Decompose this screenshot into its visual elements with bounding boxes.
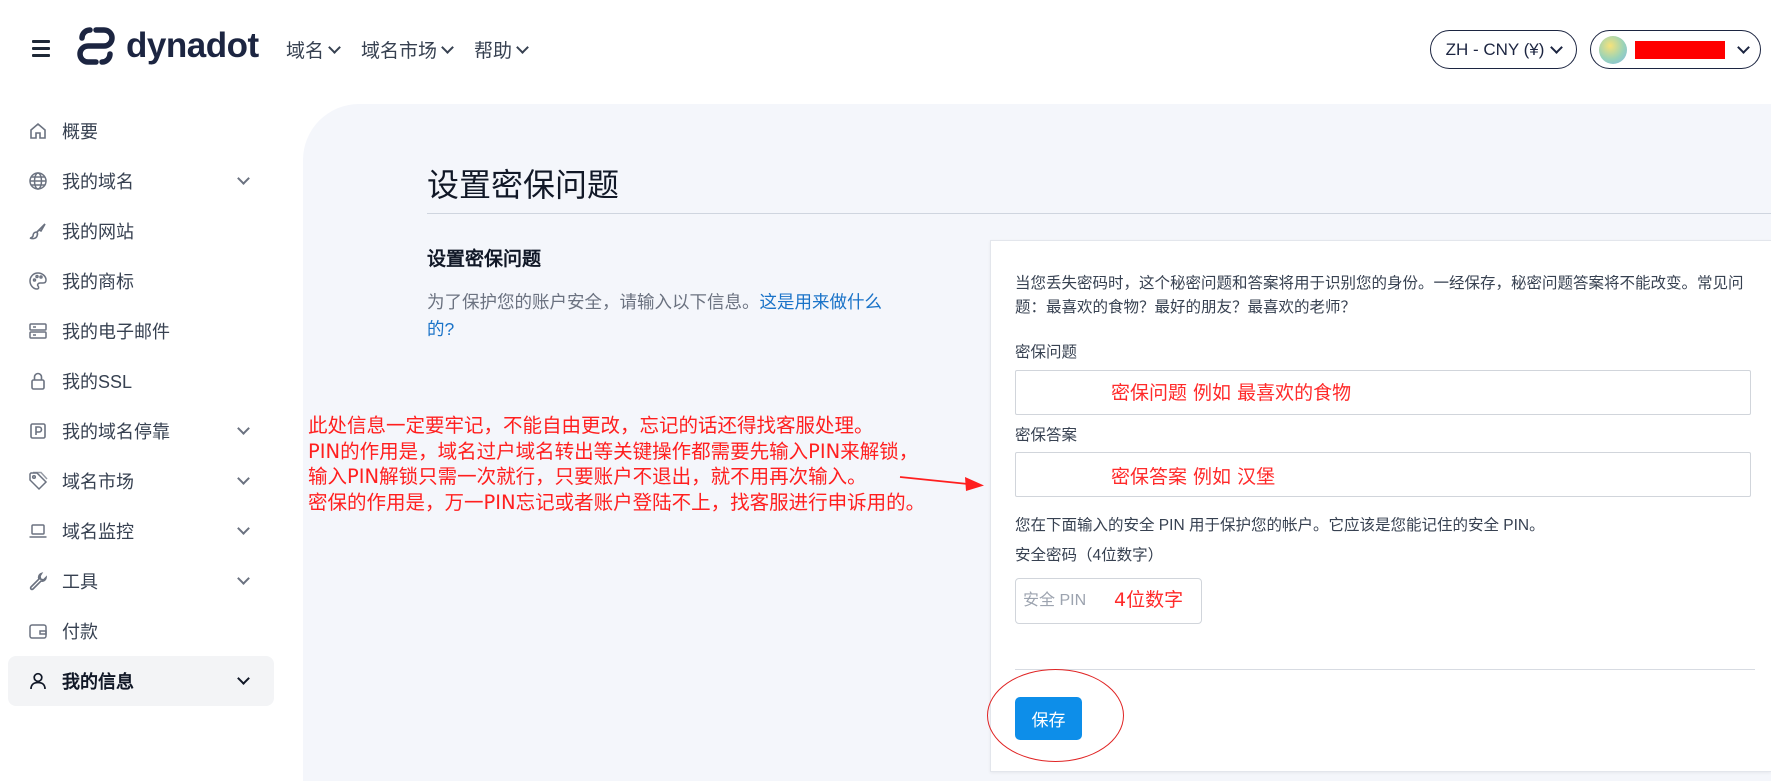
wrench-icon	[28, 571, 48, 591]
chevron-down-icon	[237, 672, 250, 685]
avatar	[1599, 35, 1627, 64]
chevron-down-icon	[237, 522, 250, 535]
top-nav: 域名 域名市场 帮助	[286, 36, 529, 63]
chevron-down-icon	[237, 572, 250, 585]
section-title: 设置密保问题	[427, 249, 542, 270]
nav-help[interactable]: 帮助	[474, 36, 529, 63]
home-icon	[28, 121, 48, 141]
sidebar-item-label: 我的商标	[62, 272, 134, 292]
server-icon	[28, 321, 48, 341]
title-divider	[427, 213, 1771, 214]
pin-label: 安全密码（4位数字）	[1015, 547, 1164, 564]
sidebar-item-overview[interactable]: 概要	[8, 106, 274, 156]
annotation-arrow-icon	[899, 476, 984, 491]
sidebar-item-my-websites[interactable]: 我的网站	[8, 206, 274, 256]
language-currency-button[interactable]: ZH - CNY (¥)	[1430, 30, 1577, 69]
parking-icon	[28, 421, 48, 441]
nav-domains-label: 域名	[286, 41, 325, 62]
chevron-down-icon	[237, 472, 250, 485]
sidebar-item-label: 我的SSL	[62, 372, 133, 392]
account-menu-button[interactable]	[1590, 30, 1761, 69]
nav-marketplace[interactable]: 域名市场	[361, 36, 454, 63]
tag-icon	[28, 471, 48, 491]
brush-icon	[28, 221, 48, 241]
save-highlight-circle	[987, 669, 1124, 762]
chevron-down-icon	[441, 40, 454, 54]
answer-hint-annotation: 密保答案 例如 汉堡	[1111, 466, 1276, 488]
sidebar-item-marketplace[interactable]: 域名市场	[8, 456, 274, 506]
chevron-down-icon	[237, 172, 250, 185]
sidebar-item-label: 我的域名	[62, 172, 134, 192]
sidebar-item-my-trademarks[interactable]: 我的商标	[8, 256, 274, 306]
sidebar-item-label: 域名监控	[62, 522, 134, 542]
card-info-text: 当您丢失密码时，这个秘密问题和答案将用于识别您的身份。一经保存，秘密问题答案将不…	[1015, 275, 1744, 316]
lock-icon	[28, 371, 48, 391]
section-description-text: 为了保护您的账户安全，请输入以下信息。	[427, 292, 760, 312]
nav-marketplace-label: 域名市场	[361, 41, 438, 62]
globe-icon	[28, 171, 48, 191]
sidebar: 概要 我的域名 我的网站 我的商标 我的电子邮件 我的SSL 我的域名停靠 域名…	[8, 106, 274, 706]
sidebar-item-my-domains[interactable]: 我的域名	[8, 156, 274, 206]
pin-info-text: 您在下面输入的安全 PIN 用于保护您的帐户。它应该是您能记住的安全 PIN。	[1015, 517, 1545, 534]
menu-icon[interactable]	[32, 40, 50, 57]
card-divider	[1015, 669, 1755, 670]
sidebar-item-my-parking[interactable]: 我的域名停靠	[8, 406, 274, 456]
annotation-line: 输入PIN解锁只需一次就行，只要账户不退出，就不用再次输入。	[308, 465, 867, 488]
annotation-line: 密保的作用是，万一PIN忘记或者账户登陆不上，找客服进行申诉用的。	[308, 490, 926, 514]
sidebar-item-label: 我的网站	[62, 222, 134, 242]
pin-hint-annotation: 4位数字	[1114, 589, 1184, 611]
section-description: 为了保护您的账户安全，请输入以下信息。这是用来做什么的?	[427, 289, 897, 343]
sidebar-item-my-email[interactable]: 我的电子邮件	[8, 306, 274, 356]
user-icon	[28, 671, 48, 691]
logo[interactable]: dynadot	[74, 24, 259, 68]
chevron-down-icon	[237, 422, 250, 435]
sidebar-item-my-info[interactable]: 我的信息	[8, 656, 274, 706]
sidebar-item-domain-monitor[interactable]: 域名监控	[8, 506, 274, 556]
sidebar-item-label: 域名市场	[62, 472, 134, 492]
sidebar-item-my-ssl[interactable]: 我的SSL	[8, 356, 274, 406]
sidebar-item-label: 我的信息	[62, 672, 134, 692]
language-label: ZH - CNY (¥)	[1445, 39, 1545, 59]
laptop-icon	[28, 521, 48, 541]
palette-icon	[28, 271, 48, 291]
annotation-note: 此处信息一定要牢记，不能自由更改，忘记的话还得找客服处理。 PIN的作用是，域名…	[308, 413, 925, 515]
annotation-line: 此处信息一定要牢记，不能自由更改，忘记的话还得找客服处理。	[308, 414, 874, 437]
nav-domains[interactable]: 域名	[286, 36, 341, 63]
logo-text: dynadot	[126, 26, 259, 65]
chevron-down-icon	[1550, 40, 1564, 54]
sidebar-item-label: 我的域名停靠	[62, 422, 170, 442]
question-label: 密保问题	[1015, 344, 1078, 361]
page-title: 设置密保问题	[427, 167, 620, 203]
nav-help-label: 帮助	[474, 41, 513, 62]
answer-label: 密保答案	[1015, 427, 1078, 444]
sidebar-item-label: 概要	[62, 122, 98, 142]
sidebar-item-label: 我的电子邮件	[62, 322, 170, 342]
question-hint-annotation: 密保问题 例如 最喜欢的食物	[1111, 382, 1352, 404]
dynadot-logo-icon	[77, 27, 115, 65]
sidebar-item-tools[interactable]: 工具	[8, 556, 274, 606]
top-header: dynadot 域名 域名市场 帮助 ZH - CNY (¥)	[0, 0, 1771, 96]
chevron-down-icon	[1737, 40, 1750, 54]
annotation-line: PIN的作用是，域名过户域名转出等关键操作都需要先输入PIN来解锁，	[308, 439, 919, 463]
chevron-down-icon	[328, 40, 341, 54]
wallet-icon	[28, 621, 48, 641]
chevron-down-icon	[516, 40, 529, 54]
sidebar-item-payment[interactable]: 付款	[8, 606, 274, 656]
redacted-username	[1635, 40, 1725, 59]
sidebar-item-label: 付款	[62, 622, 98, 642]
sidebar-item-label: 工具	[62, 572, 98, 592]
